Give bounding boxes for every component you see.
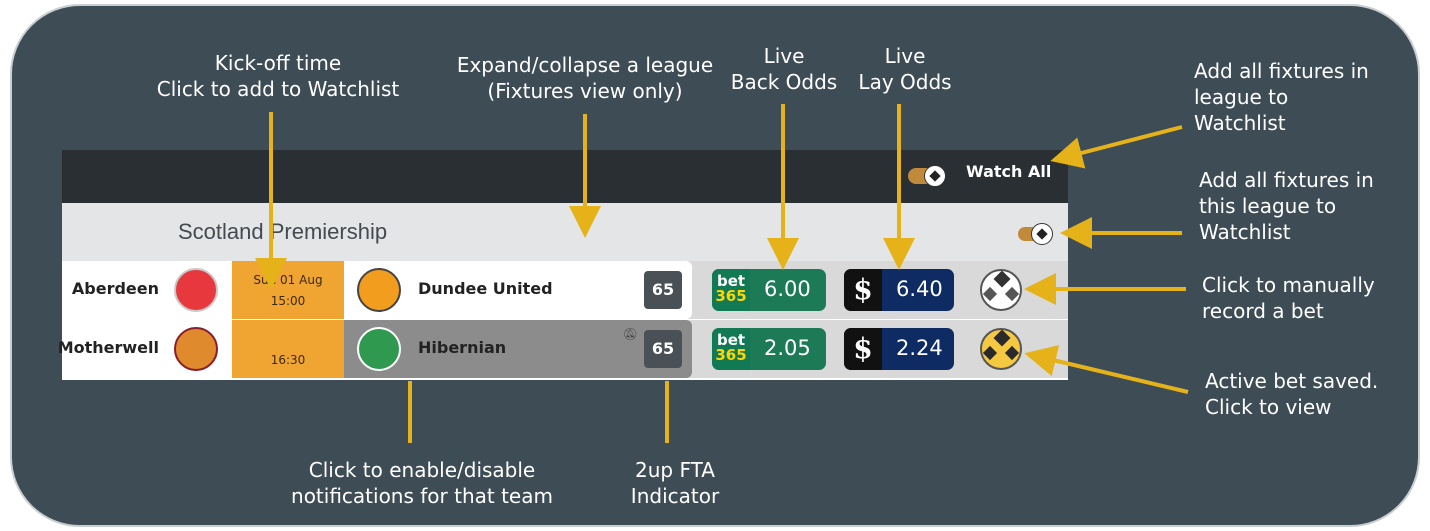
arrow-active-bet: [1024, 345, 1189, 394]
arrow-watch-all: [1050, 125, 1183, 169]
annotation-arrows: [255, 104, 1189, 443]
